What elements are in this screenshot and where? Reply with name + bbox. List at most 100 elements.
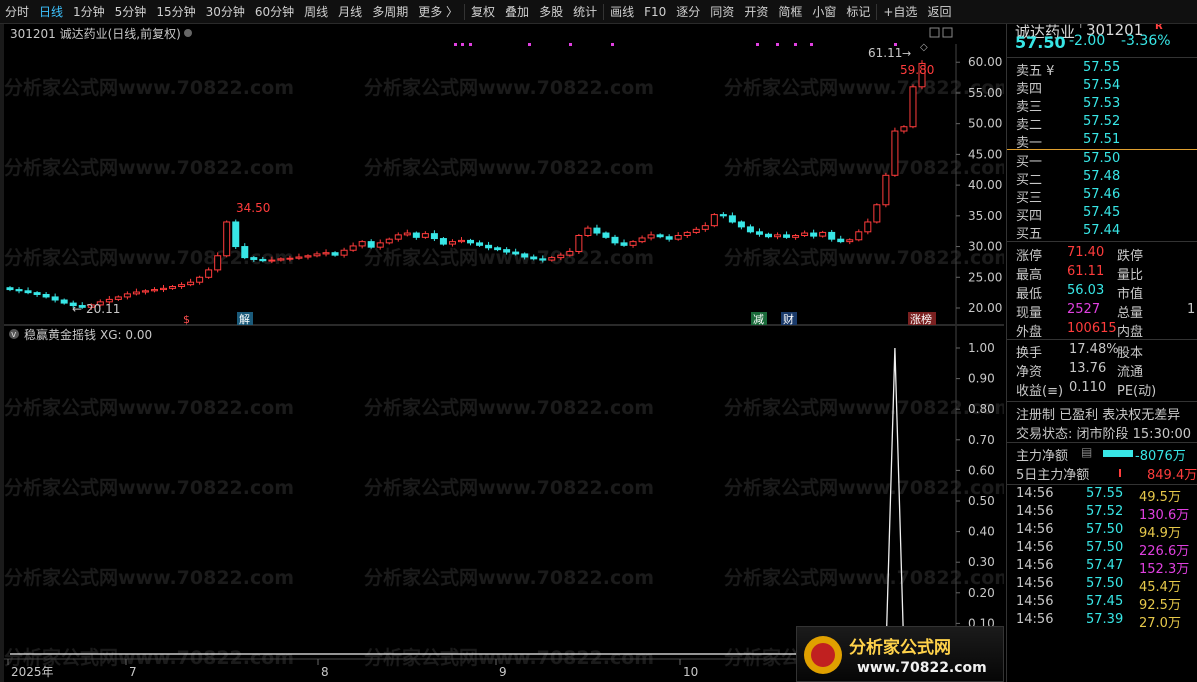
toolbar-item[interactable]: 分时: [0, 0, 34, 24]
stat-label: 最高: [1016, 268, 1043, 283]
stat-label: 市值: [1117, 287, 1144, 302]
candle-body: [457, 239, 465, 243]
panel-restore-icon[interactable]: [929, 27, 940, 38]
kline-chart-svg[interactable]: 分析家公式网www.70822.com 分析家公式网www.70822.com 分析…: [4, 24, 1014, 682]
candle-body: [205, 269, 213, 278]
candle-body: [223, 221, 231, 257]
toolbar-item[interactable]: 逐分: [671, 0, 705, 24]
tick-time: 14:56: [1016, 612, 1054, 627]
watermark-layer: 分析家公式网www.70822.com 分析家公式网www.70822.com 分析…: [4, 76, 1014, 669]
candle-body: [485, 244, 493, 249]
candle-body: [476, 242, 484, 246]
candle-body: [250, 257, 258, 260]
stock-sup-mark: T: [1078, 24, 1084, 31]
max-arrow: →: [902, 47, 911, 60]
candle-body: [169, 285, 177, 289]
stat-row: 收益(≡) 0.110 PE(动): [1007, 380, 1197, 399]
stat-value: 17.48%: [1069, 342, 1119, 357]
toolbar-item[interactable]: 开资: [739, 0, 773, 24]
toolbar-item[interactable]: 画线: [605, 0, 639, 24]
stat-label: 内盘: [1117, 325, 1144, 340]
toolbar-item[interactable]: 更多 〉: [413, 0, 463, 24]
toolbar-item[interactable]: 小窗: [807, 0, 841, 24]
price-tick-label: 45.00: [968, 147, 1002, 161]
toolbar-item[interactable]: 日线: [34, 0, 68, 24]
indicator-tick-label: 0.40: [968, 525, 995, 539]
quote-price-row: 57.50 -2.00 -3.36%: [1007, 33, 1197, 52]
price-tick-label: 55.00: [968, 86, 1002, 100]
toolbar-item[interactable]: 多周期: [367, 0, 413, 24]
toolbar-item[interactable]: 15分钟: [151, 0, 200, 24]
toolbar-item[interactable]: 30分钟: [201, 0, 250, 24]
panel-maximize-icon[interactable]: [942, 27, 953, 38]
candle-body: [737, 221, 745, 228]
toolbar-item[interactable]: 1分钟: [68, 0, 110, 24]
registration-info: 注册制 已盈利 表决权无差异: [1016, 408, 1181, 423]
ask-label: 卖二: [1016, 118, 1043, 133]
quote-divider: [1007, 401, 1197, 402]
watermark-text: 分析家公式网www.70822.com: [724, 566, 1004, 589]
toolbar-item[interactable]: 同资: [705, 0, 739, 24]
candle-body: [394, 234, 402, 240]
event-marker-label[interactable]: $: [183, 313, 190, 326]
candle-body: [900, 126, 908, 132]
toolbar-item[interactable]: 月线: [333, 0, 367, 24]
event-marker-label[interactable]: 财: [783, 312, 794, 326]
toolbar-item[interactable]: 标记: [841, 0, 875, 24]
toolbar-item[interactable]: +自选: [878, 0, 922, 24]
main5-net-label: 5日主力净额: [1016, 468, 1090, 483]
header-dropdown-icon[interactable]: [184, 29, 192, 37]
toolbar-item[interactable]: 复权: [466, 0, 500, 24]
tick-volume: 45.4万: [1139, 580, 1181, 595]
tick-price: 57.47: [1086, 558, 1124, 573]
event-marker-label[interactable]: 解: [239, 312, 250, 326]
toolbar-item[interactable]: 多股: [534, 0, 568, 24]
toolbar-item[interactable]: 叠加: [500, 0, 534, 24]
stat-label: 涨停: [1016, 249, 1043, 264]
toolbar-item[interactable]: 简框: [773, 0, 807, 24]
candle-body: [512, 251, 520, 255]
candle-body: [774, 234, 782, 238]
stat-value: 0.110: [1069, 380, 1107, 395]
candle-body: [24, 290, 32, 294]
signal-dot: [454, 43, 457, 46]
period-toolbar: 分时 日线 1分钟 5分钟 15分钟 30分钟 60分钟 周线 月线 多周期 更多 〉复权 叠加 多股统…: [0, 0, 1197, 24]
watermark-text: 分析家公式网www.70822.com: [364, 156, 654, 179]
price-change-pct: -3.36%: [1121, 33, 1171, 49]
stat-row: 最低 56.03 市值: [1007, 283, 1197, 302]
stock-terminal-window: 分时 日线 1分钟 5分钟 15分钟 30分钟 60分钟 周线 月线 多周期 更多 〉复权 叠加 多股统…: [0, 0, 1197, 682]
bid-row: 买一 57.50: [1007, 151, 1197, 170]
indicator-tick-label: 0.30: [968, 555, 995, 569]
candle-body: [403, 232, 411, 236]
candle-body: [150, 289, 158, 292]
stat-row: 现量 2527 总量 1: [1007, 302, 1197, 321]
toolbar-item[interactable]: 5分钟: [110, 0, 152, 24]
watermark-text: 分析家公式网www.70822.com: [364, 476, 654, 499]
watermark-text: 分析家公式网www.70822.com: [724, 156, 1004, 179]
tick-volume: 49.5万: [1139, 490, 1181, 505]
toolbar-item[interactable]: 返回: [922, 0, 956, 24]
trade-status: 交易状态: 闭市阶段 15:30:00: [1016, 427, 1192, 442]
toolbar-separator: [464, 3, 466, 20]
indicator-tick-label: 0.70: [968, 433, 995, 447]
main5-net-bar: [1119, 469, 1121, 477]
event-markers[interactable]: $ 解 减 财 涨榜: [183, 312, 936, 326]
toolbar-item[interactable]: 统计: [568, 0, 602, 24]
toolbar-item[interactable]: F10: [639, 0, 671, 24]
stat-label: 跌停: [1117, 249, 1144, 264]
chart-area[interactable]: 分析家公式网www.70822.com 分析家公式网www.70822.com 分析…: [4, 24, 1014, 682]
main-net-value: -8076万: [1135, 449, 1186, 464]
toolbar-item[interactable]: 60分钟: [250, 0, 299, 24]
max-price-label: 61.11: [868, 46, 902, 60]
event-marker-label[interactable]: 减: [753, 313, 764, 326]
event-marker-label[interactable]: 涨榜: [910, 312, 932, 326]
tick-price: 57.45: [1086, 594, 1124, 609]
candle-body: [548, 257, 556, 261]
candle-body: [132, 291, 140, 295]
watermark-text: 分析家公式网www.70822.com: [4, 156, 294, 179]
watermark-text: 分析家公式网www.70822.com: [724, 76, 1004, 99]
candle-body: [882, 174, 890, 206]
price-change: -2.00: [1069, 33, 1106, 49]
toolbar-item[interactable]: 周线: [299, 0, 333, 24]
stat-label: 换手: [1016, 346, 1043, 361]
